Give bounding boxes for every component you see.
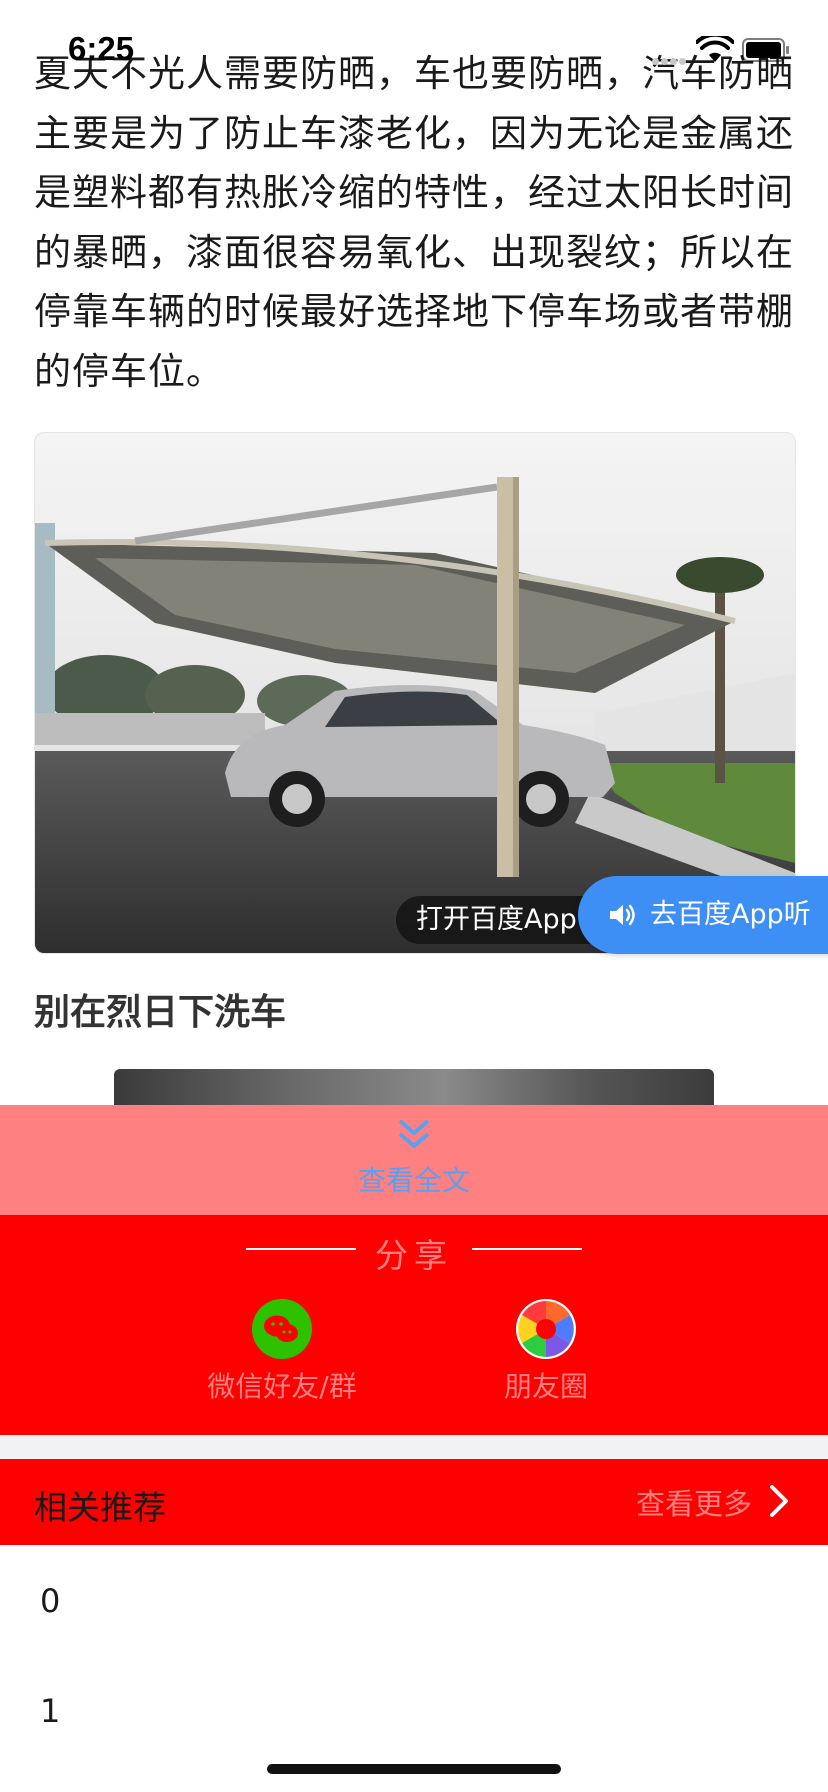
status-bar: 6:25 — [0, 0, 828, 96]
list-item[interactable]: 0 — [40, 1582, 60, 1620]
home-indicator — [267, 1764, 561, 1774]
section-gap — [0, 1435, 828, 1459]
share-moments-label: 朋友圈 — [503, 1370, 588, 1403]
related-title: 相关推荐 — [34, 1488, 166, 1527]
related-header: 相关推荐 查看更多 — [0, 1459, 828, 1545]
signal-dots-icon — [652, 50, 688, 65]
chevron-right-icon[interactable] — [768, 1483, 790, 1519]
share-moments-button[interactable]: 朋友圈 — [486, 1299, 606, 1405]
wifi-icon — [696, 36, 734, 62]
listen-label: 去百度App听 — [650, 899, 811, 930]
carport-photo — [35, 433, 795, 953]
share-wechat-button[interactable]: 微信好友/群 — [190, 1299, 374, 1405]
share-title: 分享 — [375, 1236, 453, 1275]
view-full-label: 查看全文 — [357, 1164, 470, 1197]
battery-icon — [742, 38, 789, 62]
status-time: 6:25 — [68, 30, 135, 67]
view-full-article-button[interactable]: 查看全文 — [0, 1105, 828, 1215]
wechat-icon — [252, 1299, 312, 1359]
divider-line-right — [472, 1248, 582, 1250]
article-image-partial[interactable] — [114, 1069, 714, 1109]
double-chevron-down-icon — [398, 1119, 430, 1148]
view-more-link[interactable]: 查看更多 — [636, 1481, 752, 1523]
share-wechat-label: 微信好友/群 — [207, 1370, 357, 1403]
article-paragraph: 夏天不光人需要防晒，车也要防晒，汽车防晒主要是为了防止车漆老化，因为无论是金属还… — [34, 52, 794, 393]
section-heading: 别在烈日下洗车 — [34, 992, 287, 1033]
moments-icon — [516, 1299, 576, 1359]
share-panel: 分享 微信好友/群 朋友圈 — [0, 1215, 828, 1435]
listen-in-app-button[interactable]: 去百度App听 — [578, 876, 828, 954]
list-item[interactable]: 1 — [40, 1692, 60, 1730]
speaker-icon — [610, 904, 635, 926]
